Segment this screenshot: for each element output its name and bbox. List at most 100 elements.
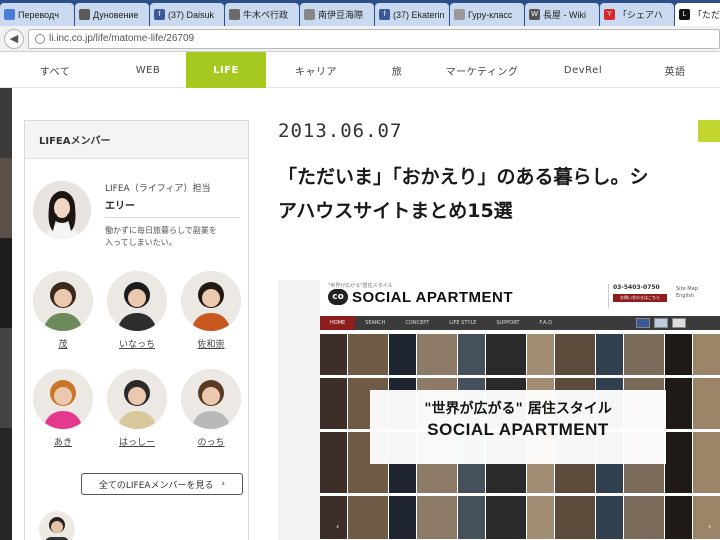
member-name: のっち — [197, 438, 225, 448]
browser-tab-label: 南伊豆海際 — [318, 10, 364, 20]
featured-role: LIFEA（ライフィア）担当 — [105, 184, 211, 194]
sa-nav-item: F.A.Q — [539, 320, 552, 326]
browser-tab[interactable]: 牛木ペ行政 — [225, 3, 299, 26]
favicon-icon — [229, 9, 240, 20]
member-card[interactable]: 佐和崇 — [181, 271, 243, 361]
url-field[interactable]: li.inc.co.jp/life/matome-life/26709 — [28, 28, 720, 49]
sa-photo-tile — [527, 334, 554, 375]
avatar — [107, 369, 167, 429]
article-title[interactable]: 「ただいま」「おかえり」のある暮らし。シ アハウスサイトまとめ15選 — [278, 160, 720, 228]
sa-sitemap-link: Site Map — [676, 286, 698, 292]
member-name: はっしー — [118, 438, 155, 448]
page: Переводч Дуновение f (37) Daisuk 牛木ペ行政 南伊豆海際 f… — [0, 0, 720, 540]
sa-logo-text: SOCIAL APARTMENT — [352, 288, 514, 306]
sa-hero-subtitle: "世界が広がる" 居住スタイル — [424, 401, 612, 417]
browser-tab[interactable]: Y 「シェアハ — [600, 3, 674, 26]
member-card[interactable]: あき — [33, 369, 95, 459]
favicon-icon: W — [529, 9, 540, 20]
social-apartment-screenshot: "世界が広がる"居住スタイル co SOCIAL APARTMENT 03-54… — [320, 280, 720, 540]
back-arrow-icon: ◀ — [9, 32, 19, 45]
sa-photo-tile — [389, 496, 416, 539]
url-text: li.inc.co.jp/life/matome-life/26709 — [49, 33, 195, 44]
browser-tab-label: 牛木ペ行政 — [243, 10, 289, 20]
browser-tab[interactable]: f (37) Daisuk — [150, 3, 224, 26]
browser-tab[interactable]: Переводч — [0, 3, 74, 26]
member-name: 茂 — [58, 340, 68, 350]
chevron-right-icon: › — [708, 522, 712, 531]
avatar — [33, 271, 93, 331]
nav-item-5[interactable]: マーケティング — [428, 52, 536, 88]
sa-photo-tile — [596, 334, 623, 375]
nav-item-2[interactable]: LIFE — [186, 52, 266, 88]
nav-item-3[interactable]: キャリア — [266, 52, 366, 88]
sa-photo-tile — [458, 496, 485, 539]
browser-tab[interactable]: f (37) Ekaterin — [375, 3, 449, 26]
nav-item-0[interactable]: すべて — [0, 52, 110, 88]
sa-photo-tile — [417, 334, 457, 375]
favicon-icon — [304, 9, 315, 20]
sa-english-link: English — [676, 293, 695, 299]
favicon-icon — [454, 9, 465, 20]
sa-nav-item: LIFE STYLE — [449, 320, 477, 326]
member-name: 佐和崇 — [197, 340, 225, 350]
sa-photo-tile — [624, 334, 664, 375]
sa-photo-tile — [527, 496, 554, 539]
browser-tab-label: Дуновение — [93, 9, 139, 20]
member-card[interactable]: 茂 — [33, 271, 95, 361]
browser-tab[interactable]: W 長屋 - Wiki — [525, 3, 599, 26]
nav-item-1[interactable]: WEB — [110, 52, 186, 88]
sa-logo-icon: co — [328, 289, 348, 305]
member-sidebar: LIFEAメンバー LIFEA（ライフィア）担当 エリー 働かずに毎日旅暮らしで… — [24, 120, 249, 540]
sa-contact-button: お問い合わせはこちら — [613, 294, 667, 302]
site-nav: すべて WEB LIFE キャリア旅マーケティング DevRel 英語 — [0, 52, 720, 88]
title-line-2: アハウスサイトまとめ15選 — [278, 200, 513, 222]
nav-item-6[interactable]: DevRel — [536, 52, 630, 88]
nav-item-4[interactable]: 旅 — [366, 52, 428, 88]
chevron-left-icon: ‹ — [336, 522, 340, 531]
sa-header: "世界が広がる"居住スタイル co SOCIAL APARTMENT 03-54… — [320, 280, 720, 312]
sa-photo-tile — [458, 334, 485, 375]
chevron-right-icon: › — [221, 479, 226, 489]
favicon-icon — [79, 9, 90, 20]
favicon-icon: Y — [604, 9, 615, 20]
sa-phone: 03-5403-0750 — [613, 284, 660, 291]
article-image[interactable]: "世界が広がる"居住スタイル co SOCIAL APARTMENT 03-54… — [278, 280, 720, 540]
browser-tab[interactable]: Гуру-класс — [450, 3, 524, 26]
sa-photo-tile — [665, 378, 692, 429]
browser-tab[interactable]: Дуновение — [75, 3, 149, 26]
favicon-icon: f — [154, 9, 165, 20]
featured-description: 働かずに毎日旅暮らしで副業を 入ってしまいたい。 — [105, 226, 217, 247]
member-card[interactable]: はっしー — [107, 369, 169, 459]
all-members-button[interactable]: 全てのLIFEAメンバーを見る › — [81, 473, 243, 495]
sa-photo-tile — [624, 496, 664, 539]
sa-photo-tile — [486, 334, 526, 375]
browser-tab-label: (37) Ekaterin — [393, 9, 445, 20]
sa-icons — [632, 318, 686, 328]
title-line-1: 「ただいま」「おかえり」のある暮らし。シ — [278, 166, 649, 188]
avatar — [107, 271, 167, 331]
sa-photo-tile — [693, 378, 720, 429]
browser-tab[interactable]: L「ただい — [675, 3, 720, 26]
member-card[interactable]: いなっち — [107, 271, 169, 361]
category-marker — [698, 120, 720, 142]
sa-photo-tile — [693, 334, 720, 375]
nav-item-7[interactable]: 英語 — [630, 52, 720, 88]
member-card[interactable]: のっち — [181, 369, 243, 459]
sa-photo-tile — [486, 496, 526, 539]
favicon-icon: f — [379, 9, 390, 20]
sa-nav-item: SUPPORT — [496, 320, 520, 326]
avatar[interactable] — [39, 511, 75, 540]
sa-nav-item: HOME — [320, 316, 356, 330]
back-button[interactable]: ◀ — [4, 28, 24, 49]
avatar — [33, 369, 93, 429]
featured-member[interactable]: LIFEA（ライフィア）担当 エリー 働かずに毎日旅暮らしで副業を 入ってしまい… — [25, 173, 250, 247]
avatar — [181, 369, 241, 429]
address-bar: ◀ li.inc.co.jp/life/matome-life/26709 — [0, 26, 720, 52]
facebook-icon — [636, 318, 650, 328]
sa-photo-tile — [665, 432, 692, 493]
member-name: あき — [53, 438, 72, 448]
browser-tab-label: Переводч — [18, 9, 59, 20]
browser-tab[interactable]: 南伊豆海際 — [300, 3, 374, 26]
sa-contact: 03-5403-0750 お問い合わせはこちら — [608, 284, 670, 308]
avatar — [33, 181, 91, 239]
